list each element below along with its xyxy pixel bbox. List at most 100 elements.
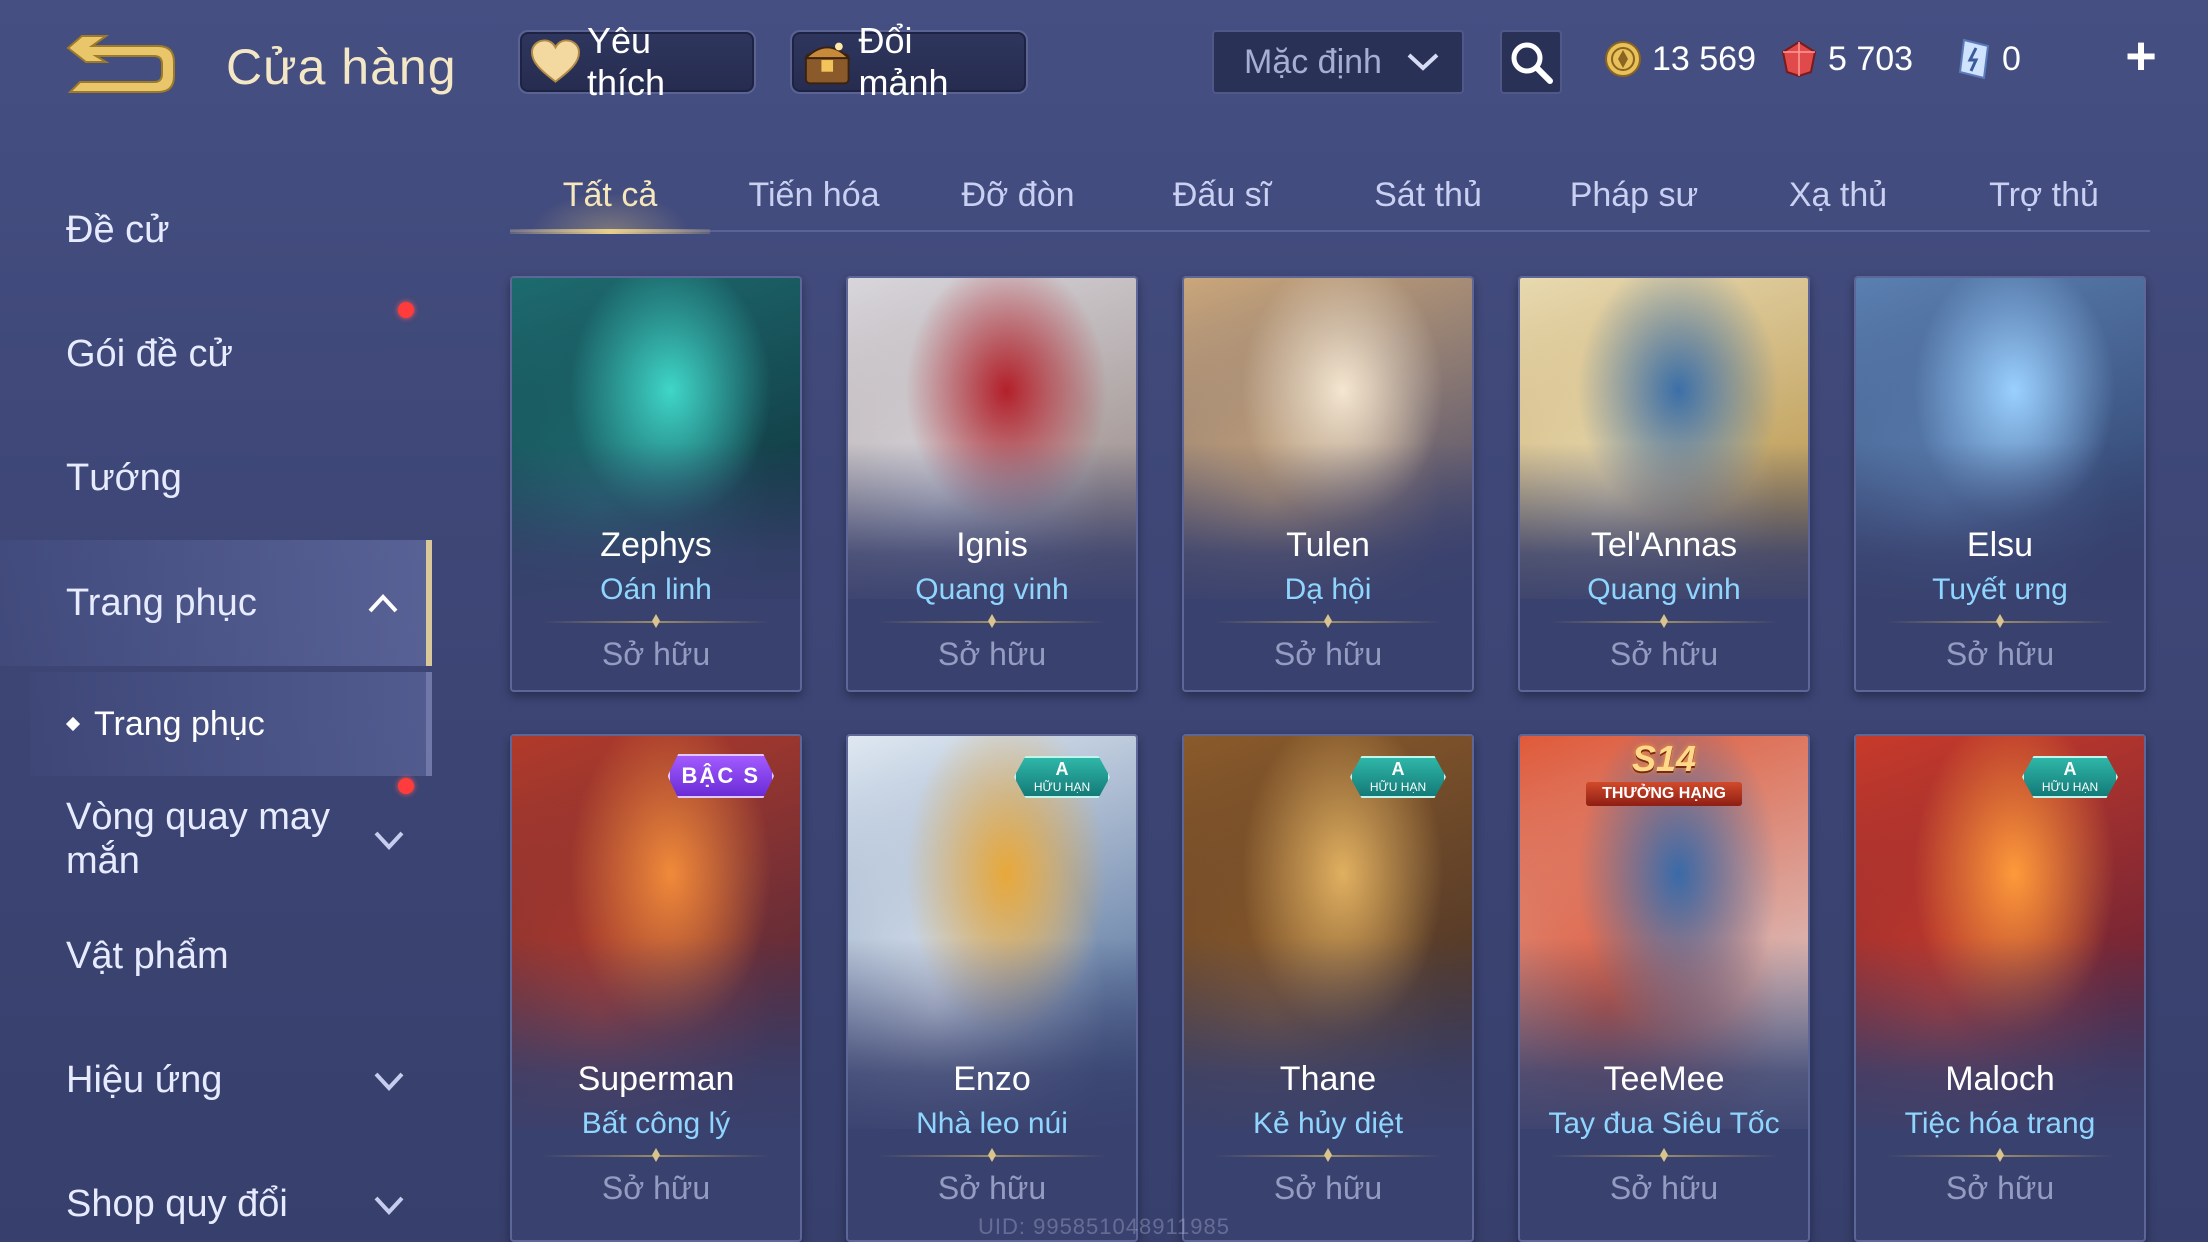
skin-card[interactable]: Elsu Tuyết ưng Sở hữu xyxy=(1854,276,2146,692)
shard-exchange-button[interactable]: Đổi mảnh xyxy=(790,20,1028,103)
skin-name: Dạ hội xyxy=(1284,573,1372,606)
tab-support[interactable]: Trợ thủ xyxy=(1944,160,2144,230)
sidebar-item-heroes[interactable]: Tướng xyxy=(0,418,432,538)
badge-grade: A xyxy=(2063,759,2077,779)
top-bar: Cửa hàng Yêu thích Đổi mảnh Mặc định 13 … xyxy=(0,0,2208,130)
shard-exchange-label: Đổi mảnh xyxy=(858,20,949,103)
gold-balance: 13 569 xyxy=(1604,34,1756,84)
back-arrow-icon xyxy=(66,35,175,93)
sidebar-item-label: Vòng quay may mắn xyxy=(66,796,331,882)
sidebar-item-label: Tướng xyxy=(66,456,182,499)
hero-name: TeeMee xyxy=(1603,1060,1725,1098)
sidebar-item-items[interactable]: Vật phẩm xyxy=(0,896,432,1016)
skin-name: Nhà leo núi xyxy=(916,1107,1068,1140)
sidebar-subitem-skins[interactable]: Trang phục xyxy=(30,672,432,776)
season-rank-badge: S14 THƯỞNG HẠNG xyxy=(1586,738,1742,822)
ownership-status: Sở hữu xyxy=(1945,636,2055,672)
skin-card[interactable]: BẬC S Superman Bất công lý Sở hữu xyxy=(510,734,802,1242)
search-button[interactable] xyxy=(1500,30,1562,94)
role-tabs: Tất cả Tiến hóa Đỡ đòn Đấu sĩ Sát thủ Ph… xyxy=(510,160,2150,234)
hero-name: Ignis xyxy=(956,526,1028,564)
skin-card[interactable]: Tulen Dạ hội Sở hữu xyxy=(1182,276,1474,692)
limited-badge: A HỮU HẠN xyxy=(1014,756,1110,798)
sidebar-item-featured-bundles[interactable]: Gói đề cử xyxy=(0,294,432,414)
skin-name: Tuyết ưng xyxy=(1932,573,2068,606)
sidebar-item-lucky-spin[interactable]: Vòng quay may mắn xyxy=(0,774,432,904)
voucher-amount: 0 xyxy=(2002,39,2021,78)
skin-name: Kẻ hủy diệt xyxy=(1252,1107,1404,1140)
chevron-down-icon xyxy=(374,831,404,850)
skin-name: Quang vinh xyxy=(1587,573,1741,606)
sidebar-item-label: Trang phục xyxy=(66,581,257,624)
hero-name: Enzo xyxy=(953,1060,1031,1098)
skin-card[interactable]: A HỮU HẠN Enzo Nhà leo núi Sở hữu xyxy=(846,734,1138,1242)
heart-icon xyxy=(530,39,580,83)
ownership-status: Sở hữu xyxy=(1609,636,1719,672)
ownership-status: Sở hữu xyxy=(601,1170,711,1206)
ruby-gem-icon xyxy=(1781,40,1817,78)
ownership-status: Sở hữu xyxy=(1273,636,1383,672)
hero-name: Elsu xyxy=(1966,526,2034,564)
sidebar-item-label: Gói đề cử xyxy=(66,332,233,375)
skin-name: Tiệc hóa trang xyxy=(1904,1107,2096,1140)
shop-sidebar: Đề cử Gói đề cử Tướng Trang phục Trang p… xyxy=(0,160,432,1242)
add-currency-button[interactable]: + xyxy=(2116,28,2166,84)
gold-coin-icon xyxy=(1605,41,1641,77)
tab-tank[interactable]: Đỡ đòn xyxy=(918,160,1118,230)
sidebar-item-label: Vật phẩm xyxy=(66,934,229,977)
voucher-crystal-icon xyxy=(1958,38,1990,80)
user-id-watermark: UID: 995851048911985 xyxy=(977,1214,1230,1239)
skin-grid: Zephys Oán linh Sở hữu Ignis Quang vinh … xyxy=(510,276,2150,1242)
chevron-down-icon xyxy=(1407,53,1439,71)
plus-icon: + xyxy=(2125,26,2157,86)
tab-evolution[interactable]: Tiến hóa xyxy=(714,160,914,230)
ownership-status: Sở hữu xyxy=(937,1170,1047,1206)
hero-name: Zephys xyxy=(600,526,712,564)
skin-card[interactable]: Ignis Quang vinh Sở hữu xyxy=(846,276,1138,692)
skin-card[interactable]: S14 THƯỞNG HẠNG TeeMee Tay đua Siêu Tốc … xyxy=(1518,734,1810,1242)
skin-name: Oán linh xyxy=(600,573,712,606)
limited-badge: A HỮU HẠN xyxy=(2022,756,2118,798)
favorites-button[interactable]: Yêu thích xyxy=(518,20,756,103)
tab-mage[interactable]: Pháp sư xyxy=(1534,160,1734,230)
tab-marksman[interactable]: Xạ thủ xyxy=(1738,160,1938,230)
sidebar-item-label: Hiệu ứng xyxy=(66,1058,223,1101)
sidebar-item-featured[interactable]: Đề cử xyxy=(0,170,432,290)
badge-grade: A xyxy=(1055,759,1069,779)
skin-name: Quang vinh xyxy=(915,573,1069,606)
page-title: Cửa hàng xyxy=(226,39,457,95)
bullet-icon xyxy=(65,716,81,732)
sidebar-item-skins[interactable]: Trang phục xyxy=(0,540,432,666)
tab-fighter[interactable]: Đấu sĩ xyxy=(1122,160,1322,230)
hero-name: Tulen xyxy=(1286,526,1370,564)
chevron-up-icon xyxy=(368,594,398,613)
sidebar-item-effects[interactable]: Hiệu ứng xyxy=(0,1020,432,1140)
ruby-amount: 5 703 xyxy=(1828,39,1914,78)
hero-name: Tel'Annas xyxy=(1590,526,1738,564)
ownership-status: Sở hữu xyxy=(1273,1170,1383,1206)
limited-badge: A HỮU HẠN xyxy=(1350,756,1446,798)
voucher-balance: 0 xyxy=(1956,34,2021,84)
gold-amount: 13 569 xyxy=(1652,39,1756,78)
ownership-status: Sở hữu xyxy=(1609,1170,1719,1206)
sidebar-item-label: Đề cử xyxy=(66,208,170,251)
season-label: S14 xyxy=(1631,738,1697,779)
ruby-balance: 5 703 xyxy=(1780,34,1913,84)
chevron-down-icon xyxy=(374,1072,404,1091)
back-button[interactable] xyxy=(62,32,182,104)
tab-all[interactable]: Tất cả xyxy=(510,160,710,234)
skin-card[interactable]: Tel'Annas Quang vinh Sở hữu xyxy=(1518,276,1810,692)
hero-name: Maloch xyxy=(1945,1060,2055,1098)
badge-subtext: HỮU HẠN xyxy=(2041,780,2099,794)
skin-card[interactable]: A HỮU HẠN Maloch Tiệc hóa trang Sở hữu xyxy=(1854,734,2146,1242)
tier-badge: BẬC S xyxy=(667,754,774,798)
tab-assassin[interactable]: Sát thủ xyxy=(1328,160,1528,230)
shop-screen: Cửa hàng Yêu thích Đổi mảnh Mặc định 13 … xyxy=(0,0,2208,1242)
favorites-label: Yêu thích xyxy=(586,20,665,103)
ownership-status: Sở hữu xyxy=(601,636,711,672)
sort-dropdown[interactable]: Mặc định xyxy=(1212,30,1464,94)
sort-selected-value: Mặc định xyxy=(1244,42,1382,81)
skin-card[interactable]: A HỮU HẠN Thane Kẻ hủy diệt Sở hữu xyxy=(1182,734,1474,1242)
skin-card[interactable]: Zephys Oán linh Sở hữu xyxy=(510,276,802,692)
hero-name: Thane xyxy=(1279,1060,1377,1098)
